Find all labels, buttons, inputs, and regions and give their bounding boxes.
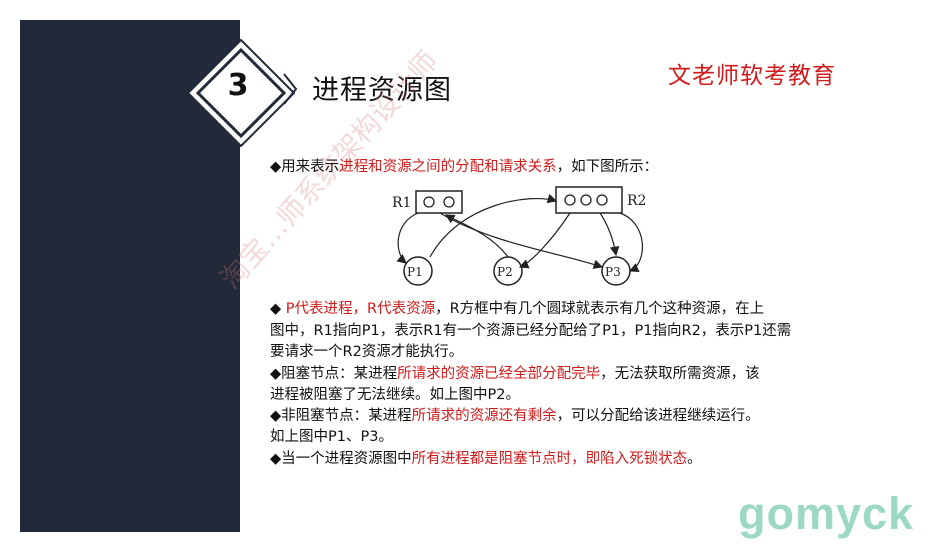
para4-line1: ◆当一个进程资源图中所有进程都是阻塞节点时，即陷入死锁状态。 bbox=[270, 451, 702, 467]
para2-line1: ◆阻塞节点：某进程所请求的资源已经全部分配完毕，无法获取所需资源，该 bbox=[270, 366, 760, 382]
svg-text:P1: P1 bbox=[407, 265, 423, 279]
r2-label: R2 bbox=[627, 193, 646, 209]
para1-line2: 图中，R1指向P1，表示R1有一个资源已经分配给了P1，P1指向R2，表示P1还… bbox=[270, 323, 792, 339]
para1-line3: 要请求一个R2资源才能执行。 bbox=[270, 344, 464, 360]
intro-line: ◆用来表示进程和资源之间的分配和请求关系，如下图所示： bbox=[270, 159, 659, 175]
r1-box bbox=[415, 190, 463, 214]
section-number: 3 bbox=[227, 68, 249, 103]
chevron-right-icon bbox=[283, 73, 298, 105]
para3-line2: 如上图中P1、P3。 bbox=[270, 429, 393, 445]
r2-box bbox=[555, 186, 623, 214]
para1-line1: ◆ P代表进程，R代表资源，R方框中有几个圆球就表示有几个这种资源，在上 bbox=[270, 301, 765, 317]
brand-label: 文老师软考教育 bbox=[668, 63, 836, 89]
svg-text:P3: P3 bbox=[605, 265, 621, 279]
footer-logo: gomyck bbox=[738, 488, 915, 539]
resource-allocation-diagram: R1 R2 P1 P2 P3 bbox=[392, 186, 646, 286]
r1-label: R1 bbox=[392, 195, 411, 211]
para3-line1: ◆非阻塞节点：某进程所请求的资源还有剩余，可以分配给该进程继续运行。 bbox=[270, 408, 760, 424]
para2-line2: 进程被阻塞了无法继续。如上图中P2。 bbox=[270, 387, 520, 403]
svg-text:P2: P2 bbox=[497, 265, 513, 279]
